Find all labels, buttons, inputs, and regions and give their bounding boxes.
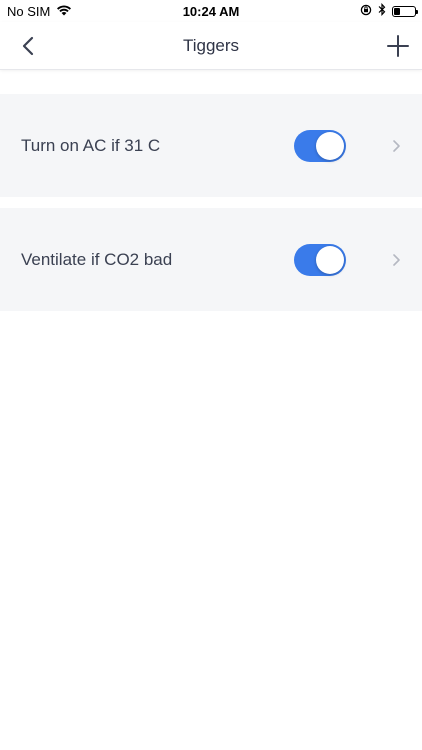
add-trigger-button[interactable]: [384, 32, 412, 60]
trigger-toggle[interactable]: [294, 129, 346, 162]
status-left: No SIM: [7, 4, 72, 19]
chevron-right-icon: [390, 138, 402, 154]
battery-icon: [392, 5, 418, 17]
orientation-lock-icon: [360, 4, 372, 19]
toggle-knob: [316, 245, 344, 274]
chevron-left-icon: [22, 36, 34, 56]
trigger-row-ventilate[interactable]: Ventilate if CO2 bad: [0, 208, 422, 311]
carrier-label: No SIM: [7, 3, 51, 19]
wifi-icon: [56, 4, 72, 19]
status-right: [360, 2, 418, 19]
plus-icon: [387, 35, 409, 57]
trigger-label: Turn on AC if 31 C: [21, 135, 161, 155]
battery-fill: [394, 7, 400, 15]
trigger-row-ac[interactable]: Turn on AC if 31 C: [0, 94, 422, 197]
back-button[interactable]: [14, 32, 42, 60]
trigger-label: Ventilate if CO2 bad: [21, 249, 173, 269]
trigger-list: Turn on AC if 31 C Ventilate if CO2 bad: [0, 94, 422, 322]
page-title: Tiggers: [182, 35, 240, 55]
nav-bar: Tiggers: [0, 22, 422, 70]
chevron-right-icon: [390, 252, 402, 268]
bluetooth-icon: [378, 2, 386, 19]
status-bar: No SIM 10:24 AM: [0, 0, 422, 22]
toggle-knob: [316, 131, 344, 160]
trigger-toggle[interactable]: [294, 243, 346, 276]
